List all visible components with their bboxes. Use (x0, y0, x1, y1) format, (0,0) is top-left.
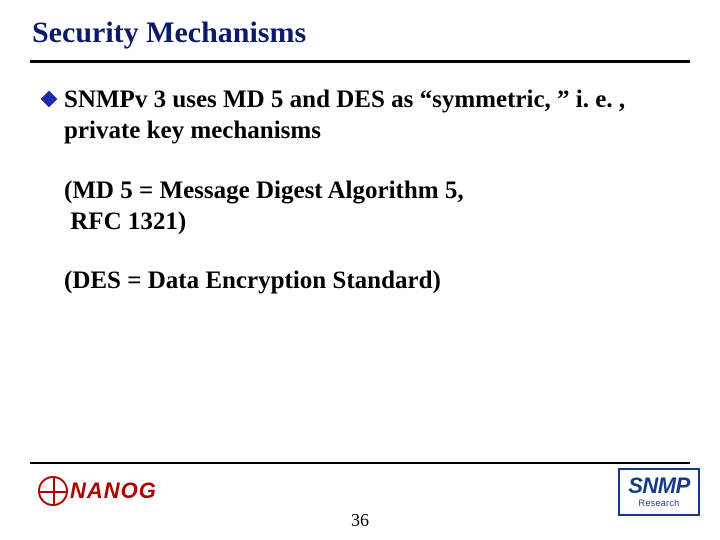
slide: Security Mechanisms SNMPv 3 uses MD 5 an… (0, 0, 720, 540)
slide-title: Security Mechanisms (32, 16, 306, 50)
bullet-item: SNMPv 3 uses MD 5 and DES as “symmetric,… (40, 84, 680, 147)
globe-icon (38, 476, 68, 506)
diamond-bullet-icon (40, 90, 58, 108)
page-number: 36 (0, 510, 720, 531)
bullet-sub-text-1: (MD 5 = Message Digest Algorithm 5, RFC … (64, 175, 680, 238)
content-area: SNMPv 3 uses MD 5 and DES as “symmetric,… (40, 84, 680, 296)
snmp-logo-subtext: Research (639, 498, 680, 508)
nanog-logo-text: NANOG (70, 478, 157, 504)
nanog-logo: NANOG (38, 476, 157, 506)
snmp-logo: SNMP Research (618, 468, 700, 516)
footer-divider (30, 462, 690, 464)
title-divider (30, 60, 690, 63)
snmp-logo-text: SNMP (628, 476, 690, 496)
bullet-main-text: SNMPv 3 uses MD 5 and DES as “symmetric,… (64, 84, 680, 147)
bullet-sub-text-2: (DES = Data Encryption Standard) (64, 265, 680, 296)
